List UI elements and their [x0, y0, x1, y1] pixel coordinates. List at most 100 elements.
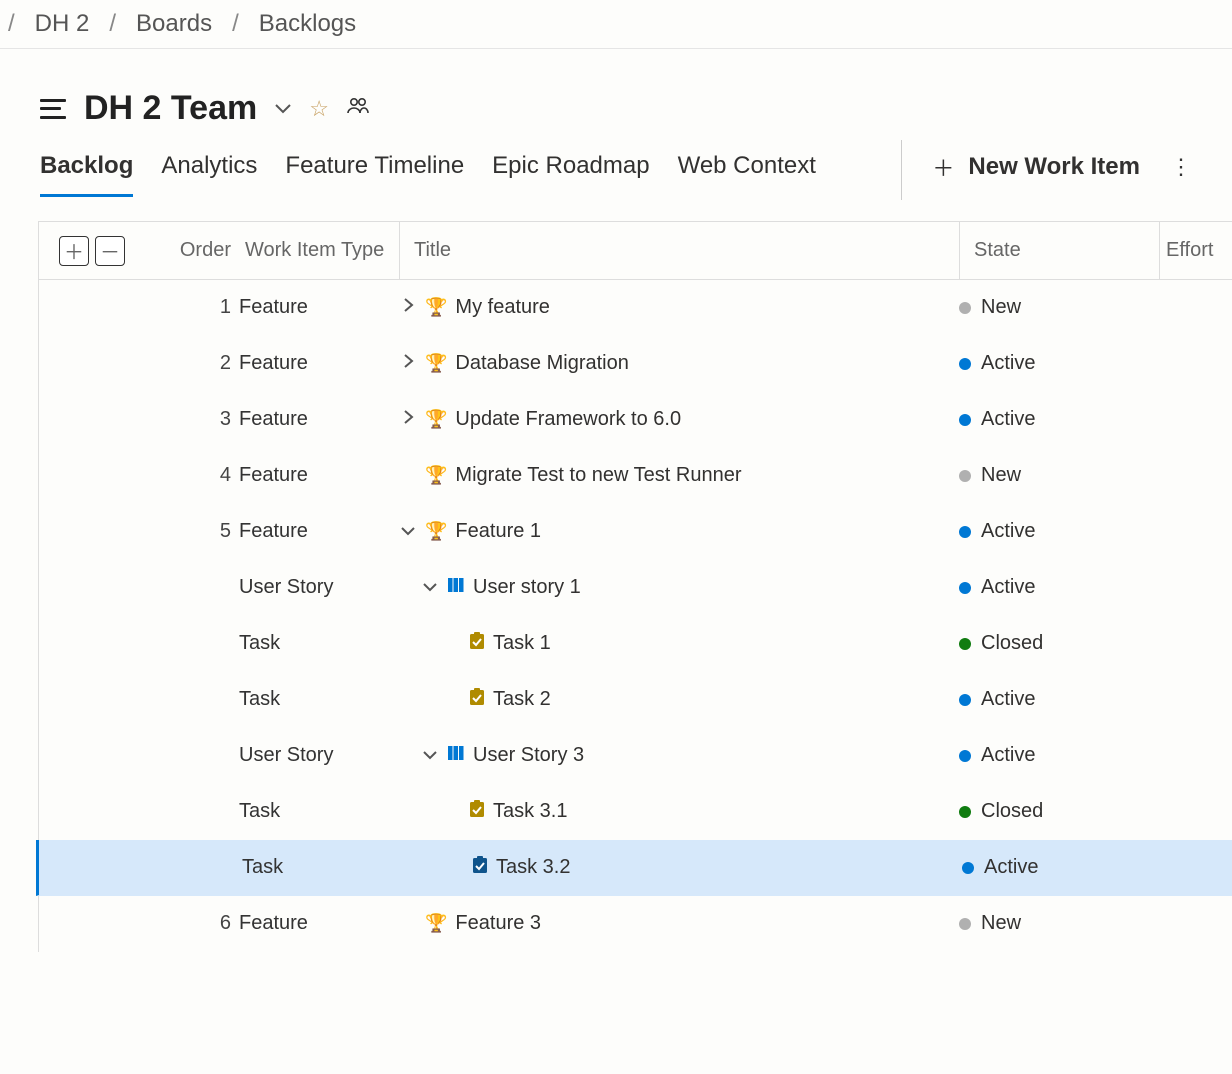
user-story-icon	[447, 576, 465, 600]
work-item-title[interactable]: Feature 1	[455, 520, 541, 543]
feature-icon: 🏆	[425, 297, 447, 318]
cell-order: 1	[159, 296, 239, 319]
feature-icon: 🏆	[425, 409, 447, 430]
work-item-title[interactable]: Feature 3	[455, 912, 541, 935]
table-row[interactable]: User StoryUser story 1Active	[39, 560, 1232, 616]
cell-title[interactable]: Task 3.2	[402, 856, 962, 880]
cell-order: 5	[159, 520, 239, 543]
work-item-title[interactable]: User story 1	[473, 576, 581, 599]
work-item-title[interactable]: Update Framework to 6.0	[455, 408, 681, 431]
backlog-table: ＋ － Order Work Item Type Title State Eff…	[38, 221, 1232, 952]
column-effort[interactable]: Effort	[1159, 222, 1232, 279]
cell-state: Closed	[959, 632, 1159, 655]
work-item-title[interactable]: Migrate Test to new Test Runner	[455, 464, 741, 487]
cell-type: Feature	[239, 464, 399, 487]
state-dot-icon	[959, 750, 971, 762]
state-label: Active	[981, 744, 1035, 767]
cell-title[interactable]: Task 2	[399, 688, 959, 712]
table-row[interactable]: User StoryUser Story 3Active	[39, 728, 1232, 784]
cell-order: 3	[159, 408, 239, 431]
new-work-item-button[interactable]: ＋ New Work Item	[932, 151, 1140, 197]
table-row[interactable]: 2Feature🏆Database MigrationActive	[39, 336, 1232, 392]
column-order[interactable]: Order	[159, 239, 239, 262]
work-item-title[interactable]: Task 3.2	[496, 856, 570, 879]
team-members-icon[interactable]	[347, 97, 369, 120]
expand-all-button[interactable]: ＋	[59, 236, 89, 266]
chevron-right-icon[interactable]	[399, 354, 417, 373]
cell-title[interactable]: 🏆Migrate Test to new Test Runner	[399, 464, 959, 487]
state-dot-icon	[959, 694, 971, 706]
cell-type: User Story	[239, 576, 399, 599]
cell-title[interactable]: User story 1	[399, 576, 959, 600]
work-item-title[interactable]: Database Migration	[455, 352, 628, 375]
table-row[interactable]: 5Feature🏆Feature 1Active	[39, 504, 1232, 560]
table-row[interactable]: TaskTask 3.2Active	[36, 840, 1232, 896]
state-dot-icon	[959, 806, 971, 818]
cell-state: New	[959, 296, 1159, 319]
cell-title[interactable]: Task 1	[399, 632, 959, 656]
team-name[interactable]: DH 2 Team	[84, 89, 257, 128]
tab-analytics[interactable]: Analytics	[161, 152, 257, 197]
cell-state: Active	[959, 408, 1159, 431]
work-item-title[interactable]: User Story 3	[473, 744, 584, 767]
chevron-right-icon[interactable]	[399, 410, 417, 429]
table-row[interactable]: 3Feature🏆Update Framework to 6.0Active	[39, 392, 1232, 448]
chevron-right-icon[interactable]	[399, 298, 417, 317]
breadcrumb-item-project[interactable]: DH 2	[35, 10, 90, 38]
cell-type: Task	[242, 856, 402, 879]
work-item-title[interactable]: Task 1	[493, 632, 551, 655]
cell-title[interactable]: 🏆 My feature	[399, 296, 959, 319]
cell-state: Active	[959, 520, 1159, 543]
breadcrumb-separator: /	[109, 10, 116, 38]
tab-web-context[interactable]: Web Context	[678, 152, 816, 197]
new-work-item-label: New Work Item	[968, 153, 1140, 181]
cell-state: Active	[959, 352, 1159, 375]
tab-backlog[interactable]: Backlog	[40, 152, 133, 197]
cell-title[interactable]: User Story 3	[399, 744, 959, 768]
work-item-title[interactable]: My feature	[455, 296, 549, 319]
tab-epic-roadmap[interactable]: Epic Roadmap	[492, 152, 649, 197]
breadcrumb-item-backlogs[interactable]: Backlogs	[259, 10, 356, 38]
cell-title[interactable]: 🏆Database Migration	[399, 352, 959, 375]
table-row[interactable]: Task Task 2 Active	[39, 672, 1232, 728]
table-row[interactable]: Task Task 3.1 Closed	[39, 784, 1232, 840]
column-title[interactable]: Title	[399, 222, 959, 279]
feature-icon: 🏆	[425, 913, 447, 934]
cell-type: Task	[239, 688, 399, 711]
work-item-title[interactable]: Task 2	[493, 688, 551, 711]
breadcrumb-item-boards[interactable]: Boards	[136, 10, 212, 38]
table-row[interactable]: 1Feature 🏆 My feature New	[39, 280, 1232, 336]
state-label: New	[981, 296, 1021, 319]
more-options-icon[interactable]: ⋮	[1170, 154, 1192, 194]
state-label: Active	[981, 520, 1035, 543]
state-dot-icon	[959, 918, 971, 930]
cell-state: Closed	[959, 800, 1159, 823]
feature-icon: 🏆	[425, 521, 447, 542]
table-row[interactable]: 4Feature🏆Migrate Test to new Test Runner…	[39, 448, 1232, 504]
team-picker-chevron-icon[interactable]	[275, 98, 291, 119]
chevron-down-icon[interactable]	[421, 579, 439, 597]
table-row[interactable]: TaskTask 1Closed	[39, 616, 1232, 672]
chevron-down-icon[interactable]	[399, 523, 417, 541]
cell-title[interactable]: 🏆 Feature 1	[399, 520, 959, 543]
menu-icon[interactable]	[40, 99, 66, 119]
tab-feature-timeline[interactable]: Feature Timeline	[285, 152, 464, 197]
cell-type: Task	[239, 800, 399, 823]
table-row[interactable]: 6Feature🏆Feature 3New	[39, 896, 1232, 952]
tabs-bar: Backlog Analytics Feature Timeline Epic …	[0, 128, 1232, 201]
task-icon	[469, 632, 485, 656]
cell-title[interactable]: Task 3.1	[399, 800, 959, 824]
cell-order: 2	[159, 352, 239, 375]
work-item-title[interactable]: Task 3.1	[493, 800, 567, 823]
cell-title[interactable]: 🏆 Feature 3	[399, 912, 959, 935]
cell-order: 4	[159, 464, 239, 487]
column-state[interactable]: State	[959, 222, 1159, 279]
collapse-all-button[interactable]: －	[95, 236, 125, 266]
chevron-down-icon[interactable]	[421, 747, 439, 765]
column-type[interactable]: Work Item Type	[239, 239, 399, 262]
cell-title[interactable]: 🏆 Update Framework to 6.0	[399, 408, 959, 431]
favorite-star-icon[interactable]: ☆	[309, 96, 329, 122]
cell-type: Feature	[239, 296, 399, 319]
task-icon	[469, 688, 485, 712]
cell-state: Active	[959, 688, 1159, 711]
